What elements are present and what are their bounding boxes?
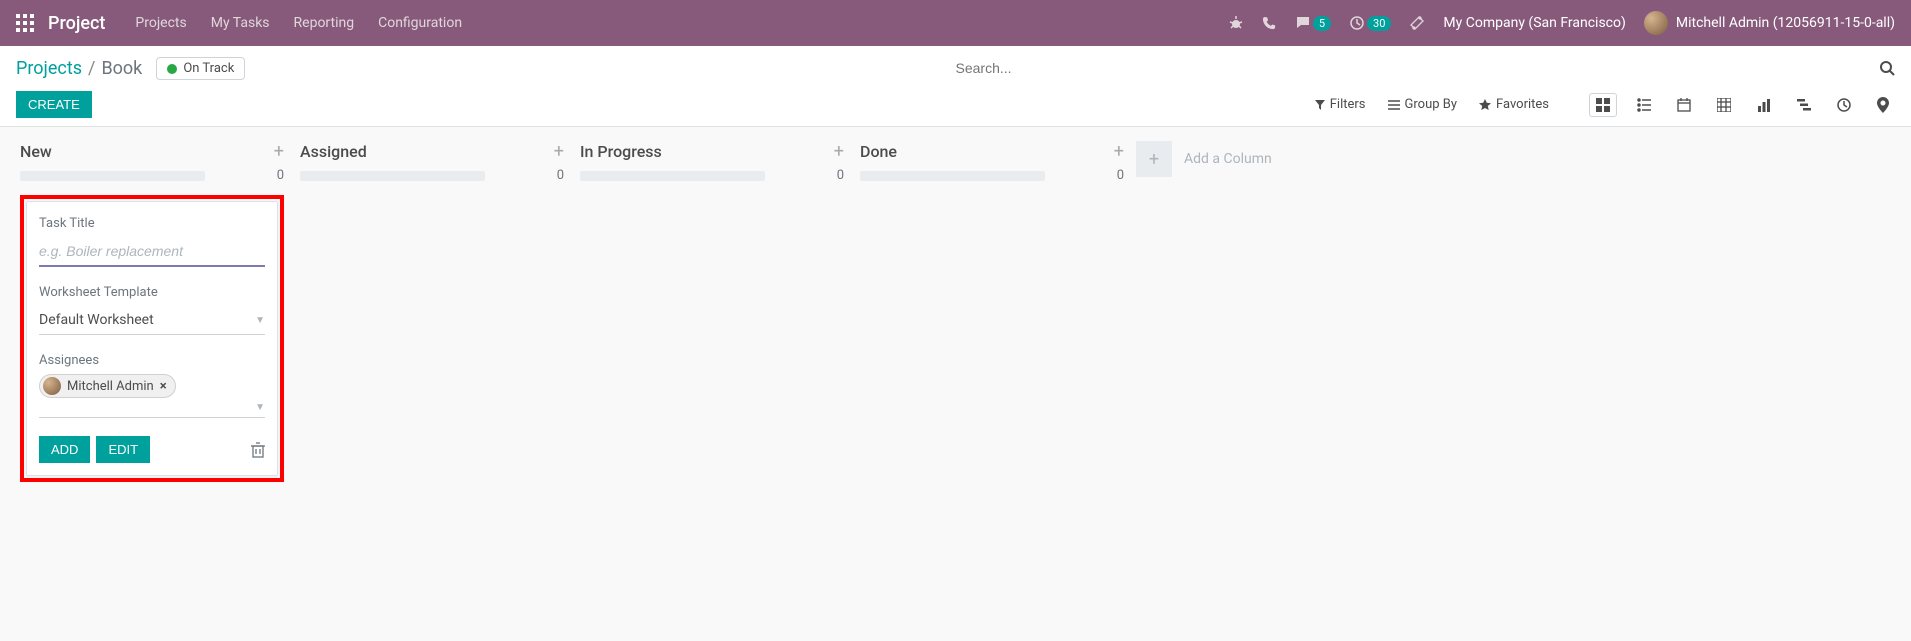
column-quick-add-icon[interactable]: + bbox=[554, 141, 564, 162]
assignee-name: Mitchell Admin bbox=[67, 379, 154, 394]
add-column-icon[interactable]: + bbox=[1136, 141, 1172, 177]
column-progress-bar[interactable] bbox=[860, 171, 1045, 181]
column-title[interactable]: In Progress bbox=[580, 142, 662, 161]
activities-badge: 30 bbox=[1367, 16, 1391, 31]
bug-icon[interactable] bbox=[1228, 15, 1244, 31]
kanban-column-done: Done + 0 bbox=[852, 141, 1132, 183]
nav-configuration[interactable]: Configuration bbox=[378, 15, 462, 31]
topbar: Project Projects My Tasks Reporting Conf… bbox=[0, 0, 1911, 46]
remove-tag-icon[interactable]: × bbox=[160, 379, 167, 394]
chevron-down-icon: ▼ bbox=[255, 315, 265, 326]
column-title[interactable]: New bbox=[20, 142, 52, 161]
groupby-button[interactable]: Group By bbox=[1388, 97, 1458, 112]
kanban-column-assigned: Assigned + 0 bbox=[292, 141, 572, 183]
filter-group: Filters Group By Favorites bbox=[1315, 97, 1549, 112]
breadcrumb-separator: / bbox=[88, 58, 95, 79]
column-quick-add-icon[interactable]: + bbox=[834, 141, 844, 162]
favorites-label: Favorites bbox=[1496, 97, 1549, 112]
search-wrap bbox=[956, 56, 1896, 81]
assignees-field[interactable]: Mitchell Admin × ▼ bbox=[39, 374, 265, 418]
breadcrumb-parent[interactable]: Projects bbox=[16, 58, 82, 79]
topbar-right: 5 30 My Company (San Francisco) Mitchell… bbox=[1228, 11, 1895, 35]
assignee-tag[interactable]: Mitchell Admin × bbox=[39, 374, 176, 398]
kanban-column-in-progress: In Progress + 0 bbox=[572, 141, 852, 183]
apps-icon[interactable] bbox=[16, 14, 34, 32]
create-button[interactable]: CREATE bbox=[16, 91, 92, 118]
worksheet-label: Worksheet Template bbox=[39, 285, 265, 300]
messages-badge: 5 bbox=[1313, 16, 1331, 31]
kanban-board: New + 0 Task Title Worksheet Template De… bbox=[0, 127, 1911, 496]
messages-icon[interactable]: 5 bbox=[1295, 15, 1331, 31]
column-count: 0 bbox=[837, 168, 844, 183]
column-title[interactable]: Assigned bbox=[300, 142, 367, 161]
pivot-view-icon[interactable] bbox=[1711, 94, 1737, 116]
filters-button[interactable]: Filters bbox=[1315, 97, 1366, 112]
worksheet-value: Default Worksheet bbox=[39, 312, 154, 328]
phone-icon[interactable] bbox=[1262, 16, 1277, 31]
graph-view-icon[interactable] bbox=[1751, 94, 1777, 116]
groupby-label: Group By bbox=[1405, 97, 1458, 112]
search-icon[interactable] bbox=[1879, 60, 1895, 76]
quick-create-card: Task Title Worksheet Template Default Wo… bbox=[26, 201, 278, 476]
company-selector[interactable]: My Company (San Francisco) bbox=[1443, 15, 1625, 31]
assignees-label: Assignees bbox=[39, 353, 265, 368]
gantt-view-icon[interactable] bbox=[1791, 94, 1817, 116]
activity-view-icon[interactable] bbox=[1831, 94, 1857, 116]
column-quick-add-icon[interactable]: + bbox=[274, 141, 284, 162]
add-column-label[interactable]: Add a Column bbox=[1184, 151, 1272, 167]
map-view-icon[interactable] bbox=[1871, 93, 1895, 117]
app-brand[interactable]: Project bbox=[48, 13, 105, 34]
chevron-down-icon: ▼ bbox=[255, 402, 265, 413]
column-progress-bar[interactable] bbox=[20, 171, 205, 181]
add-column-wrap: + Add a Column bbox=[1136, 141, 1272, 177]
view-switcher bbox=[1589, 93, 1895, 117]
highlight-annotation: Task Title Worksheet Template Default Wo… bbox=[20, 195, 284, 482]
nav-my-tasks[interactable]: My Tasks bbox=[211, 15, 270, 31]
edit-button[interactable]: EDIT bbox=[96, 436, 150, 463]
task-title-input[interactable] bbox=[39, 237, 265, 267]
calendar-view-icon[interactable] bbox=[1671, 94, 1697, 116]
activities-icon[interactable]: 30 bbox=[1349, 15, 1391, 31]
user-name: Mitchell Admin (12056911-15-0-all) bbox=[1676, 15, 1895, 31]
column-quick-add-icon[interactable]: + bbox=[1114, 141, 1124, 162]
column-count: 0 bbox=[1117, 168, 1124, 183]
control-panel: Projects / Book On Track CREATE Filters bbox=[0, 46, 1911, 127]
user-menu[interactable]: Mitchell Admin (12056911-15-0-all) bbox=[1644, 11, 1895, 35]
trash-icon[interactable] bbox=[251, 442, 265, 458]
breadcrumb-current: Book bbox=[101, 58, 142, 79]
favorites-button[interactable]: Favorites bbox=[1479, 97, 1549, 112]
status-dot-icon bbox=[167, 64, 177, 74]
breadcrumb: Projects / Book bbox=[16, 58, 142, 79]
task-title-label: Task Title bbox=[39, 216, 265, 231]
search-input[interactable] bbox=[956, 56, 1872, 80]
column-title[interactable]: Done bbox=[860, 142, 897, 161]
add-button[interactable]: ADD bbox=[39, 436, 90, 463]
nav-reporting[interactable]: Reporting bbox=[294, 15, 355, 31]
nav-projects[interactable]: Projects bbox=[135, 15, 186, 31]
status-label: On Track bbox=[183, 61, 234, 76]
kanban-view-icon[interactable] bbox=[1589, 93, 1617, 117]
status-pill[interactable]: On Track bbox=[156, 57, 245, 80]
column-progress-bar[interactable] bbox=[580, 171, 765, 181]
tools-icon[interactable] bbox=[1409, 15, 1425, 31]
main-nav: Projects My Tasks Reporting Configuratio… bbox=[135, 15, 462, 31]
column-count: 0 bbox=[557, 168, 564, 183]
column-progress-bar[interactable] bbox=[300, 171, 485, 181]
assignee-avatar bbox=[43, 377, 61, 395]
worksheet-select[interactable]: Default Worksheet ▼ bbox=[39, 306, 265, 335]
list-view-icon[interactable] bbox=[1631, 94, 1657, 116]
kanban-column-new: New + 0 Task Title Worksheet Template De… bbox=[12, 141, 292, 482]
filters-label: Filters bbox=[1330, 97, 1366, 112]
column-count: 0 bbox=[277, 168, 284, 183]
avatar bbox=[1644, 11, 1668, 35]
